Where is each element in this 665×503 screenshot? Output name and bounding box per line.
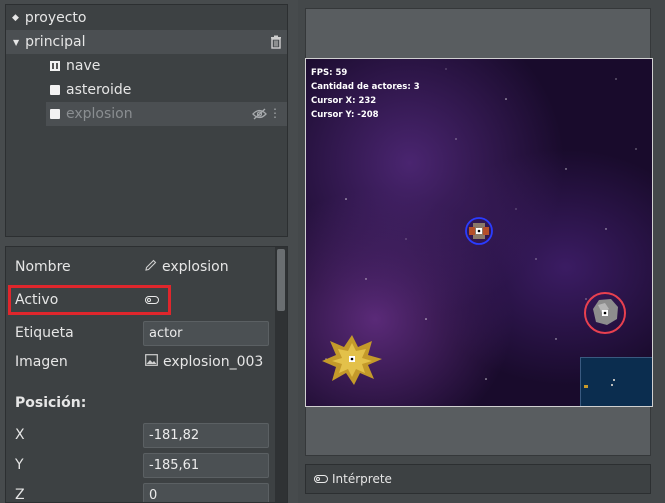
console-label: Intérprete <box>332 472 392 486</box>
cursor-y-text: Cursor Y: -208 <box>311 110 379 120</box>
z-input[interactable]: 0 <box>143 483 269 502</box>
eye-off-icon[interactable] <box>252 108 267 124</box>
tree-item-actor[interactable]: asteroide <box>46 78 287 102</box>
game-canvas[interactable]: FPS: 59 Cantidad de actores: 3 Cursor X:… <box>305 58 653 407</box>
y-label: Y <box>15 457 24 473</box>
explosion-sprite[interactable] <box>320 331 384 387</box>
name-text: explosion <box>162 259 229 275</box>
image-icon <box>145 354 158 370</box>
position-heading: Posición: <box>15 395 87 411</box>
toggle-icon <box>145 296 159 304</box>
y-input[interactable]: -185,61 <box>143 453 269 478</box>
z-label: Z <box>15 487 25 503</box>
cursor-x-text: Cursor X: 232 <box>311 96 377 106</box>
fps-text: FPS: 59 <box>311 68 348 78</box>
tree-item-scene[interactable]: ▼ principal <box>6 30 287 54</box>
actor-tree-panel: ◆ proyecto ▼ principal nave asteroide ex… <box>5 4 288 237</box>
scrollbar[interactable] <box>275 247 287 502</box>
actor-count-text: Cantidad de actores: 3 <box>311 82 420 92</box>
tag-input[interactable]: actor <box>143 321 269 346</box>
image-value[interactable]: explosion_003 <box>145 354 263 370</box>
diamond-icon: ◆ <box>12 13 19 23</box>
toggle-icon <box>314 475 328 483</box>
tree-item-label: asteroide <box>66 82 132 98</box>
trash-icon[interactable] <box>270 35 282 53</box>
image-text: explosion_003 <box>163 354 264 370</box>
tree-item-project[interactable]: ◆ proyecto <box>6 6 287 30</box>
properties-panel: Nombre explosion Activo Etiqueta actor I… <box>5 246 288 503</box>
x-label: X <box>15 427 25 443</box>
actor-checkbox-icon <box>50 109 60 119</box>
vertical-dots-icon[interactable]: ⋮ <box>269 106 281 120</box>
tree-item-label: proyecto <box>24 10 87 26</box>
minimap-markers <box>584 379 615 388</box>
triangle-down-icon: ▼ <box>13 37 20 47</box>
tree-item-label: explosion <box>66 106 133 122</box>
pencil-icon <box>145 259 157 275</box>
tree-item-actor[interactable]: nave <box>46 54 287 78</box>
ship-sprite[interactable] <box>464 216 494 246</box>
name-label: Nombre <box>15 259 71 275</box>
tree-item-label: principal <box>25 34 86 50</box>
console-toggle-bar[interactable]: Intérprete <box>305 464 651 494</box>
tag-label: Etiqueta <box>15 325 74 341</box>
asteroid-sprite[interactable] <box>583 291 627 335</box>
active-label: Activo <box>15 292 59 308</box>
scrollbar-thumb[interactable] <box>277 249 285 311</box>
actor-sprite-icon <box>50 61 60 71</box>
minimap[interactable] <box>580 357 652 406</box>
image-label: Imagen <box>15 354 68 370</box>
x-input[interactable]: -181,82 <box>143 423 269 448</box>
tree-item-actor-selected[interactable]: explosion ⋮ <box>46 102 287 126</box>
tree-item-label: nave <box>66 58 101 74</box>
name-value[interactable]: explosion <box>145 259 229 275</box>
active-toggle[interactable] <box>145 296 159 304</box>
game-viewport-panel: FPS: 59 Cantidad de actores: 3 Cursor X:… <box>298 0 665 503</box>
actor-checkbox-icon <box>50 85 60 95</box>
